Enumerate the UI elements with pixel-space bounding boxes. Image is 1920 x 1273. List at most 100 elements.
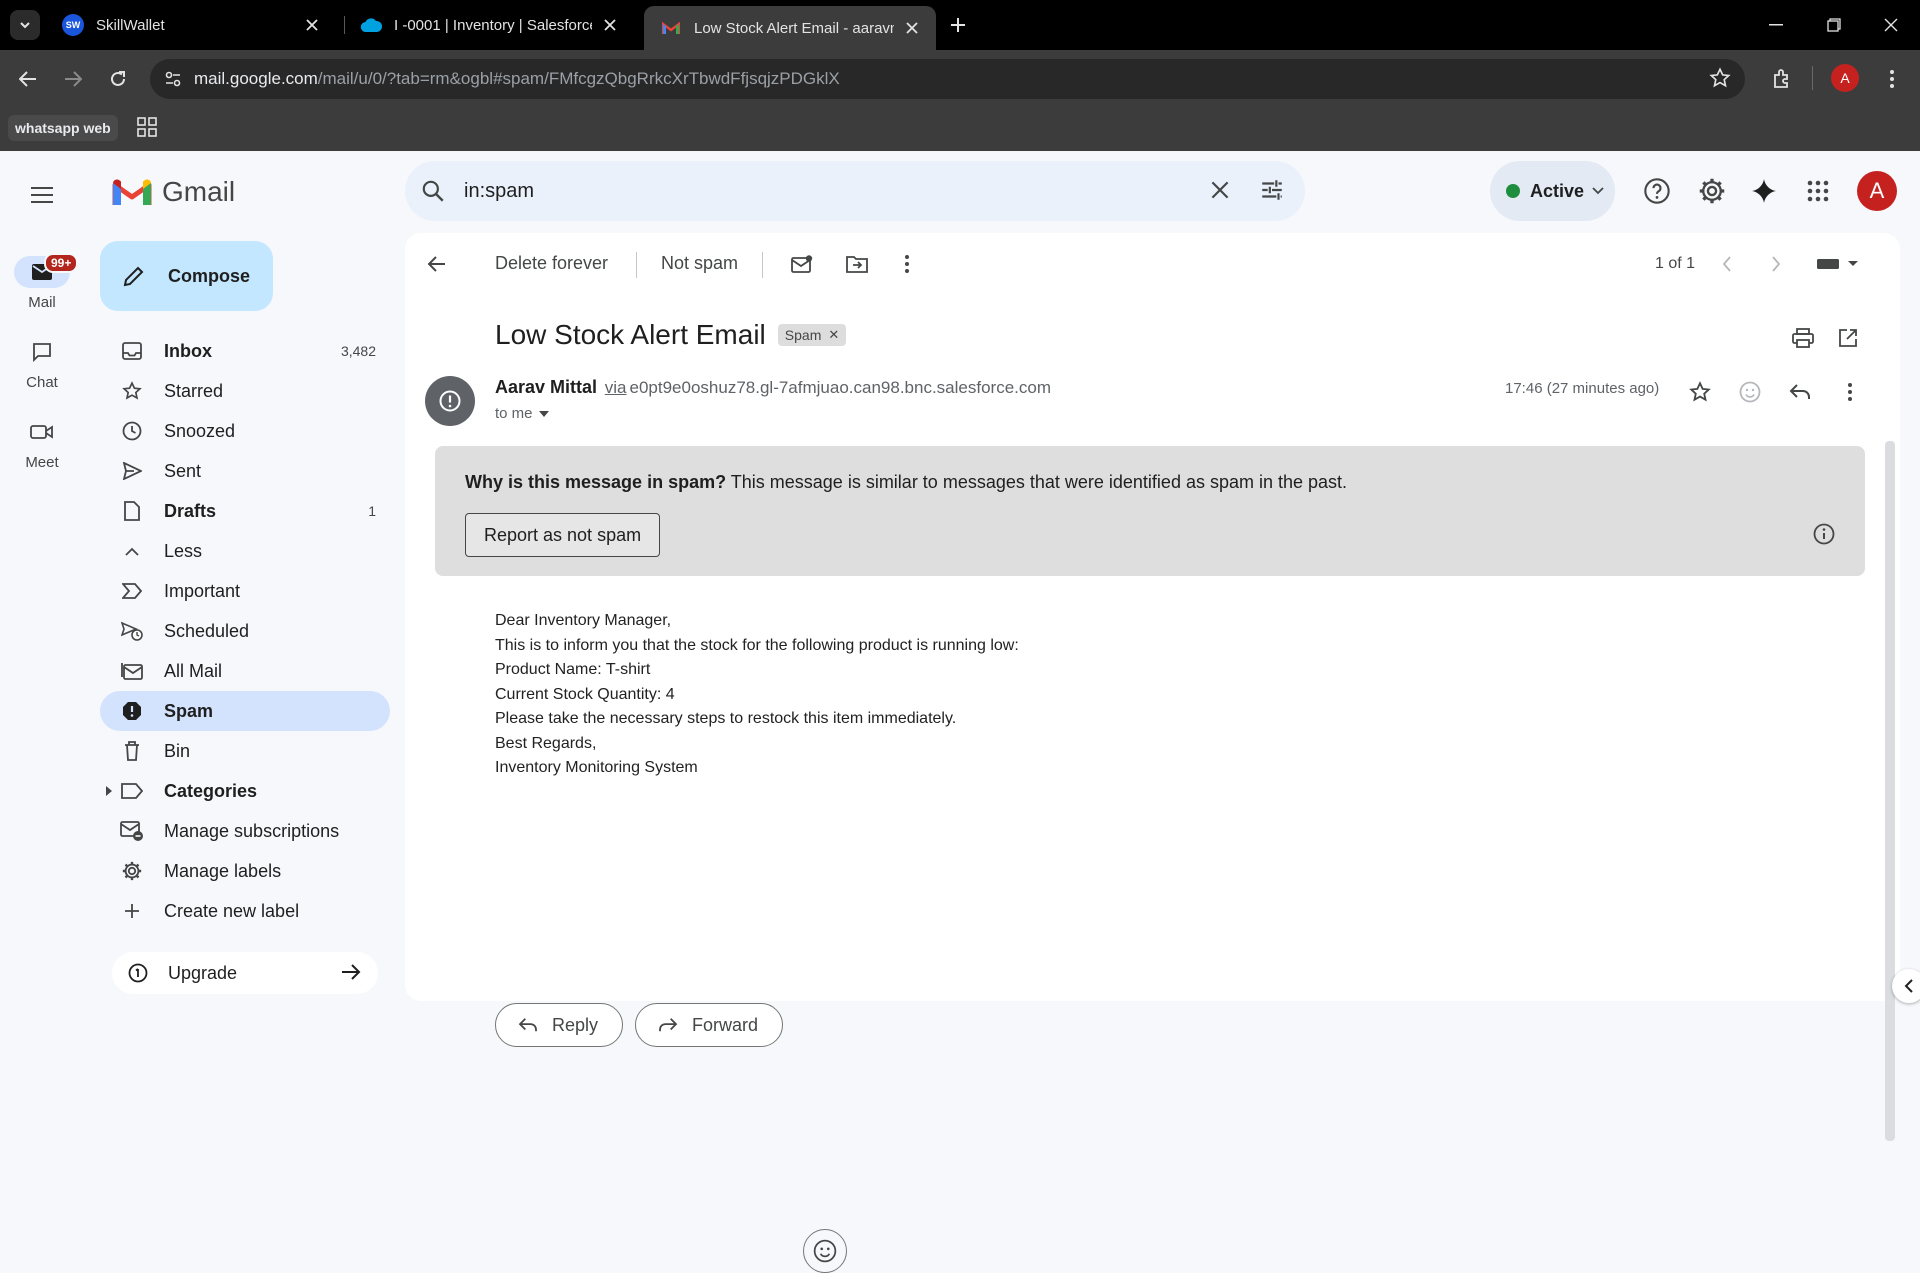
mark-unread-icon[interactable] (790, 252, 814, 276)
nav-all-mail[interactable]: All Mail (100, 651, 390, 691)
tab-title: SkillWallet (96, 16, 165, 34)
add-reaction-icon[interactable] (1735, 377, 1765, 407)
nav-snoozed[interactable]: Snoozed (100, 411, 390, 451)
close-tab-icon[interactable] (302, 15, 322, 35)
pencil-icon (123, 266, 144, 287)
close-tab-icon[interactable] (902, 18, 922, 38)
rail-meet[interactable]: Meet (0, 416, 84, 471)
url-text: mail.google.com/mail/u/0/?tab=rm&ogbl#sp… (194, 69, 840, 88)
nav-bin[interactable]: Bin (100, 731, 390, 771)
upgrade-button[interactable]: Upgrade (112, 952, 378, 994)
google-apps-icon[interactable] (1800, 173, 1836, 209)
draft-icon (120, 499, 144, 523)
search-options-icon[interactable] (1259, 177, 1285, 203)
compose-button[interactable]: Compose (100, 241, 273, 311)
site-info-icon[interactable] (158, 64, 188, 94)
spam-icon (120, 699, 144, 723)
older-chevron-icon[interactable] (1764, 252, 1788, 276)
sender-avatar[interactable] (425, 376, 475, 426)
open-in-new-window-icon[interactable] (1835, 325, 1861, 351)
gmail-logo[interactable]: Gmail (112, 176, 235, 208)
profile-avatar[interactable]: A (1831, 64, 1859, 92)
star-message-icon[interactable] (1685, 377, 1715, 407)
message-more-icon[interactable] (1835, 377, 1865, 407)
arrow-right-icon (340, 961, 362, 983)
main-menu-button[interactable] (22, 175, 62, 215)
newer-chevron-icon[interactable] (1715, 252, 1739, 276)
warning-icon (439, 390, 461, 412)
back-button[interactable] (13, 64, 43, 94)
scheduled-icon (120, 619, 144, 643)
via-link[interactable]: via (605, 378, 627, 397)
tab-search-button[interactable] (10, 10, 40, 40)
tab-gmail-active[interactable]: Low Stock Alert Email - aaravmi (644, 6, 936, 50)
clear-search-icon[interactable] (1207, 177, 1233, 203)
caret-right-icon (106, 786, 112, 796)
rail-chat[interactable]: Chat (0, 336, 84, 391)
rail-label: Meet (25, 454, 59, 471)
tab-skillwallet[interactable]: SW SkillWallet (46, 6, 336, 44)
nav-starred[interactable]: Starred (100, 371, 390, 411)
info-icon[interactable] (1813, 523, 1835, 545)
help-icon[interactable] (1639, 173, 1675, 209)
more-options-icon[interactable] (895, 252, 919, 276)
new-tab-button[interactable] (945, 12, 971, 38)
bookmark-star-icon[interactable] (1709, 67, 1731, 89)
gmail-logo-icon (112, 179, 152, 205)
settings-gear-icon[interactable] (1694, 173, 1730, 209)
minimize-button[interactable] (1759, 8, 1793, 42)
nav-important[interactable]: Important (100, 571, 390, 611)
remove-label-icon[interactable]: ✕ (828, 327, 839, 343)
back-to-list-icon[interactable] (425, 252, 449, 276)
nav-scheduled[interactable]: Scheduled (100, 611, 390, 651)
tab-title: I -0001 | Inventory | Salesforce (394, 16, 592, 34)
forward-icon (659, 1018, 678, 1032)
forward-button[interactable] (58, 64, 88, 94)
nav-inbox[interactable]: Inbox 3,482 (100, 331, 390, 371)
tab-salesforce[interactable]: I -0001 | Inventory | Salesforce (344, 6, 634, 44)
spam-warning-text: Why is this message in spam? This messag… (465, 472, 1348, 492)
status-dropdown[interactable]: Active (1490, 161, 1615, 221)
message-scrollbar[interactable] (1885, 441, 1895, 1141)
nav-manage-subscriptions[interactable]: Manage subscriptions (100, 811, 390, 851)
nav-categories[interactable]: Categories (100, 771, 390, 811)
reload-button[interactable] (103, 64, 133, 94)
video-icon (30, 425, 53, 439)
search-input[interactable]: in:spam (464, 180, 534, 203)
input-tools-keyboard-icon[interactable] (1813, 252, 1861, 276)
close-window-button[interactable] (1874, 8, 1908, 42)
reply-icon[interactable] (1785, 377, 1815, 407)
nav-sent[interactable]: Sent (100, 451, 390, 491)
nav-create-label[interactable]: Create new label (100, 891, 390, 931)
move-to-folder-icon[interactable] (845, 252, 869, 276)
nav-less[interactable]: Less (100, 531, 390, 571)
restore-button[interactable] (1817, 8, 1851, 42)
address-bar[interactable]: mail.google.com/mail/u/0/?tab=rm&ogbl#sp… (150, 59, 1745, 99)
close-tab-icon[interactable] (600, 15, 620, 35)
nav-manage-labels[interactable]: Manage labels (100, 851, 390, 891)
browser-menu-icon[interactable] (1877, 64, 1907, 94)
forward-button[interactable]: Forward (635, 1003, 784, 1047)
print-icon[interactable] (1790, 325, 1816, 351)
delete-forever-button[interactable]: Delete forever (495, 253, 608, 274)
side-panel-toggle[interactable] (1892, 969, 1920, 1003)
apps-grid-icon[interactable] (137, 117, 157, 137)
emoji-reaction-button[interactable] (803, 1229, 847, 1273)
recipient-line[interactable]: to me (495, 405, 549, 422)
sender-name[interactable]: Aarav Mittal (495, 377, 597, 397)
report-not-spam-button[interactable]: Report as not spam (465, 513, 661, 557)
sender-domain: e0pt9e0oshuz78.gl-7afmjuao.can98.bnc.sal… (629, 378, 1052, 397)
account-avatar[interactable]: A (1857, 171, 1897, 211)
gemini-sparkle-icon[interactable] (1746, 173, 1782, 209)
bookmark-whatsapp-web[interactable]: whatsapp web (8, 115, 118, 141)
nav-spam[interactable]: Spam (100, 691, 390, 731)
reply-button[interactable]: Reply (495, 1003, 624, 1047)
rail-mail[interactable]: 99+ Mail (0, 253, 84, 311)
extensions-icon[interactable] (1767, 64, 1797, 94)
chevron-left-icon (1904, 979, 1913, 993)
not-spam-button[interactable]: Not spam (661, 253, 738, 274)
search-bar[interactable]: in:spam (405, 161, 1305, 221)
search-icon[interactable] (420, 178, 446, 204)
nav-drafts[interactable]: Drafts 1 (100, 491, 390, 531)
upgrade-icon (128, 963, 148, 983)
